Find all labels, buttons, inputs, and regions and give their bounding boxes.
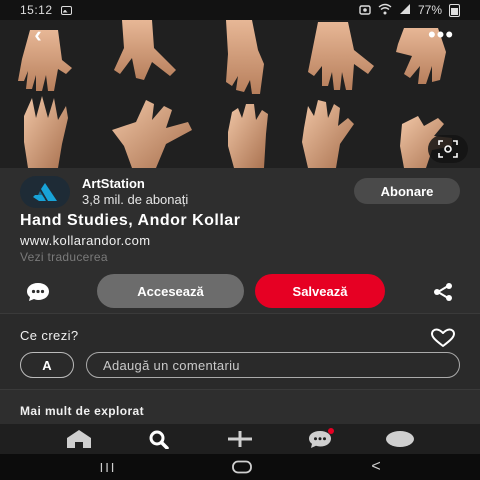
recents-button[interactable]: III <box>93 458 123 476</box>
status-bar: 15:12 77% <box>0 0 480 20</box>
visit-button[interactable]: Accesează <box>97 274 244 308</box>
follow-button[interactable]: Abonare <box>354 178 460 204</box>
comment-bubble-icon[interactable] <box>24 281 52 303</box>
pin-source-link[interactable]: www.kollarandor.com <box>20 233 150 248</box>
translate-link[interactable]: Vezi traducerea <box>20 250 108 264</box>
home-icon[interactable] <box>63 428 95 450</box>
gallery-icon <box>60 5 72 15</box>
alarm-icon <box>359 3 371 18</box>
comments-heading: Ce crezi? <box>20 328 79 343</box>
notification-badge <box>328 428 334 434</box>
search-icon[interactable] <box>143 428 175 450</box>
hand-studies-image <box>0 20 480 168</box>
status-time: 15:12 <box>20 3 53 17</box>
creator-profile[interactable]: ArtStation 3,8 mil. de abonați <box>20 176 188 208</box>
plus-icon[interactable] <box>224 428 256 450</box>
home-button[interactable] <box>227 458 257 476</box>
signal-icon <box>399 3 411 18</box>
comment-input[interactable] <box>86 352 460 378</box>
pin-title: Hand Studies, Andor Kollar <box>20 212 241 229</box>
battery-text: 77% <box>417 3 442 17</box>
back-arrow-icon[interactable]: ‹ <box>24 22 52 48</box>
messages-icon[interactable] <box>304 428 336 450</box>
save-button[interactable]: Salvează <box>255 274 385 308</box>
artstation-logo[interactable] <box>20 176 70 208</box>
back-button[interactable]: < <box>361 458 391 476</box>
comments-section: Ce crezi? A <box>0 313 480 390</box>
pin-image[interactable]: ‹ ••• <box>0 20 480 168</box>
bottom-navigation <box>0 424 480 454</box>
pin-info: ArtStation 3,8 mil. de abonați Abonare H… <box>0 168 480 313</box>
visual-search-icon[interactable] <box>428 135 468 163</box>
wifi-icon <box>378 3 392 18</box>
pin-details: ArtStation 3,8 mil. de abonați Abonare H… <box>0 168 480 424</box>
avatar[interactable]: A <box>20 352 74 378</box>
creator-name[interactable]: ArtStation <box>82 176 188 192</box>
heart-icon[interactable] <box>430 328 456 348</box>
battery-icon <box>449 3 460 17</box>
more-to-explore-heading: Mai mult de explorat <box>20 404 145 418</box>
follower-count: 3,8 mil. de abonați <box>82 192 189 207</box>
profile-icon[interactable] <box>384 428 416 450</box>
more-options-icon[interactable]: ••• <box>424 22 458 48</box>
share-icon[interactable] <box>430 282 456 302</box>
system-navigation: III < <box>0 454 480 480</box>
action-row: Accesează Salvează <box>0 274 480 308</box>
